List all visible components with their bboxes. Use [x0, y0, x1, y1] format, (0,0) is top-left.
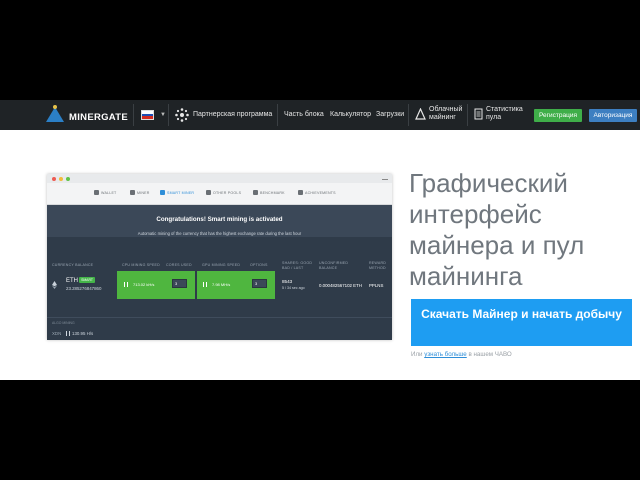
coin-name: ETH — [66, 278, 78, 284]
tab-wallet: WALLET — [94, 190, 116, 195]
nav-link-block-share[interactable]: Часть блока — [284, 111, 324, 119]
tab-benchmark: BENCHMARK — [253, 190, 285, 195]
language-chevron-down-icon[interactable]: ▼ — [160, 112, 166, 118]
nav-link-downloads[interactable]: Загрузки — [376, 111, 404, 119]
nav-divider — [467, 104, 468, 126]
col-gpu-speed: GPU MINING SPEED — [202, 263, 241, 267]
faq-prefix: Или — [411, 351, 425, 358]
unconfirmed-balance: 0.000482567102 ETH — [319, 283, 362, 288]
window-minimize-dot — [59, 177, 63, 181]
tab-achievements: ACHIEVEMENTS — [298, 190, 336, 195]
col-cores-used: CORES USED — [166, 263, 192, 267]
pools-icon — [206, 190, 211, 195]
faq-suffix: в нашем ЧАВО — [466, 351, 512, 358]
gpu-speed-value: 7.98 MH/s — [212, 282, 231, 287]
download-miner-button[interactable]: Скачать Майнер и начать добычу — [411, 299, 632, 346]
nav-cloud-mining[interactable]: Облачный майнинг — [429, 106, 462, 122]
col-currency-balance: CURRENCY BALANCE — [52, 263, 94, 267]
window-maximize-dot — [66, 177, 70, 181]
faq-learn-more-link[interactable]: узнать больше — [424, 351, 467, 358]
col-cpu-speed: CPU MINING SPEED — [122, 263, 160, 267]
language-flag-icon[interactable] — [141, 110, 154, 120]
tab-smart-miner: SMART MINER — [160, 190, 194, 195]
register-button[interactable]: Регистрация — [534, 109, 582, 122]
pickaxe-icon — [130, 190, 135, 195]
ethereum-icon — [52, 281, 57, 289]
nav-divider — [133, 104, 134, 126]
gpu-options-dropdown: 3 — [252, 279, 267, 288]
algo-mining-label: ALGO MINING — [52, 321, 75, 325]
faq-note: Или узнать больше в нашем ЧАВО — [411, 351, 512, 358]
star-icon — [298, 190, 303, 195]
gpu-pause-icon — [203, 282, 207, 287]
wallet-icon — [94, 190, 99, 195]
cpu-pause-icon — [124, 282, 128, 287]
shares-bad-last: 5 / 34 sec ago — [282, 286, 305, 290]
coin-balance: 23.285276847860 — [66, 286, 102, 291]
pool-stats-icon — [474, 108, 483, 120]
tab-other-pools: OTHER POOLS — [206, 190, 241, 195]
smart-miner-icon — [160, 190, 165, 195]
hero-headline: Графический интерфейс майнера и пул майн… — [409, 168, 585, 291]
cpu-coin-pause-icon — [66, 331, 70, 336]
cpu-speed-value: 713.02 kH/s — [133, 282, 155, 287]
nav-divider — [168, 104, 169, 126]
cpu-coin-label: XDN — [52, 331, 62, 336]
minergate-logo[interactable]: MinerGate — [44, 105, 128, 123]
smart-badge: SMART — [79, 277, 95, 283]
col-reward-method: REWARD METHOD — [369, 261, 387, 270]
app-tab-bar: WALLET MINER SMART MINER OTHER POOLS BEN… — [47, 183, 392, 205]
cores-dropdown: 3 — [172, 279, 187, 288]
cloud-mining-icon — [415, 108, 426, 120]
partner-network-icon — [175, 108, 189, 122]
miner-app-screenshot: WALLET MINER SMART MINER OTHER POOLS BEN… — [47, 174, 392, 340]
shares-good: 8543 — [282, 279, 293, 284]
reward-method: PPLNS — [369, 283, 384, 288]
window-close-dot — [52, 177, 56, 181]
video-frame: MinerGate ▼ Партнерская программа Часть … — [0, 0, 640, 480]
banner-title: Congratulations! Smart mining is activat… — [156, 216, 283, 223]
nav-pool-stats[interactable]: Статистика пула — [486, 106, 523, 122]
login-button[interactable]: Авторизация — [589, 109, 637, 122]
nav-divider — [277, 104, 278, 126]
nav-link-calculator[interactable]: Калькулятор — [330, 111, 371, 119]
benchmark-icon — [253, 190, 258, 195]
window-titlebar — [47, 174, 392, 183]
col-options: OPTIONS — [250, 263, 268, 267]
nav-partner-program[interactable]: Партнерская программа — [193, 111, 272, 119]
tab-miner: MINER — [130, 190, 150, 195]
banner-text: Automatic mining of the currency that ha… — [137, 231, 302, 236]
window-minimize-icon — [382, 176, 388, 180]
col-shares: SHARES: GOOD BAD / LAST — [282, 261, 313, 270]
minergate-logo-icon — [44, 105, 66, 123]
cpu-coin-speed: 130.95 H/s — [72, 331, 94, 336]
col-unconfirmed: UNCONFIRMED BALANCE — [319, 261, 349, 270]
row-divider — [47, 317, 392, 318]
nav-divider — [408, 104, 409, 126]
logo-text: MinerGate — [69, 111, 128, 123]
